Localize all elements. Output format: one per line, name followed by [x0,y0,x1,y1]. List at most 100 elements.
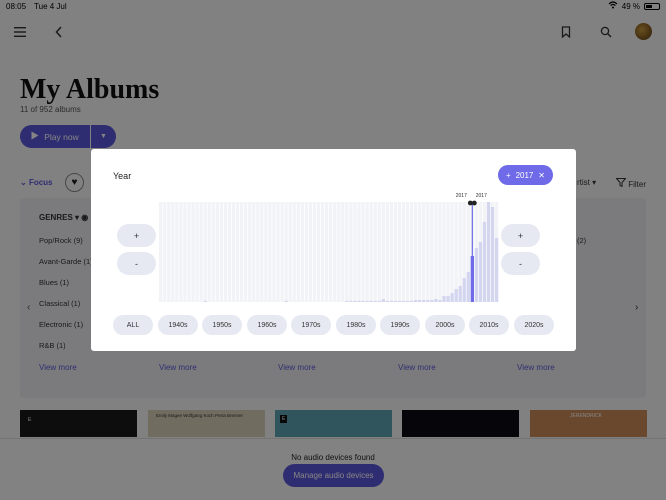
histogram-column-bg [215,202,219,302]
histogram-column-bg [316,202,321,302]
range-end-increment-button[interactable]: + [501,224,540,247]
histogram-bar-2005[interactable] [422,300,426,302]
range-start-increment-button[interactable]: + [117,224,156,247]
histogram-bar-2020[interactable] [482,222,487,302]
histogram-column-bg [260,202,264,302]
histogram-column-bg [203,202,207,302]
histogram-bar-2013[interactable] [454,289,458,302]
histogram-bar-2003[interactable] [414,300,418,302]
histogram-column-bg [187,202,191,302]
histogram-bar-2012[interactable] [450,293,454,302]
decade-button-2010s[interactable]: 2010s [469,315,509,335]
histogram-bar-2021[interactable] [486,202,491,302]
histogram-bar-1990[interactable] [361,300,365,302]
histogram-bar-2007[interactable] [430,300,434,302]
histogram-column-bg [183,202,187,302]
histogram-column-bg [324,202,329,302]
year-filter-dialog: Year + 2017 ✕ + - + - 2017 2017 ALL 1940s 1… [91,149,576,351]
range-end-label: 2017 [476,193,487,199]
histogram-bar-1991[interactable] [365,300,369,302]
histogram-bar-1998[interactable] [393,300,398,302]
histogram-column-bg [179,202,183,302]
histogram-bar-1988[interactable] [353,300,357,302]
histogram-bar-2018[interactable] [474,248,479,302]
histogram-column-bg [353,202,357,302]
histogram-bar-2016[interactable] [466,272,470,302]
decade-button-2020s[interactable]: 2020s [514,315,554,335]
histogram-column-bg [219,202,224,302]
histogram-bar-1993[interactable] [373,300,377,302]
decade-button-1980s[interactable]: 1980s [336,315,376,335]
decade-button-2000s[interactable]: 2000s [425,315,465,335]
histogram-bar-1999[interactable] [397,300,402,302]
range-end-decrement-button[interactable]: - [501,252,540,275]
histogram-column-bg [397,202,402,302]
histogram-bar-1994[interactable] [377,300,381,302]
histogram-bar-2008[interactable] [434,299,438,302]
histogram-bar-2014[interactable] [458,286,462,302]
histogram-column-bg [231,202,236,302]
selected-year-chip[interactable]: + 2017 ✕ [498,165,553,185]
selected-year-label: 2017 [515,170,534,180]
histogram-bar-1997[interactable] [389,300,394,302]
histogram-bar-2006[interactable] [426,300,430,302]
histogram-column-bg [454,202,458,302]
histogram-column-bg [308,202,313,302]
histogram-bar-1971[interactable] [284,300,288,302]
decade-button-1990s[interactable]: 1990s [380,315,420,335]
histogram-column-bg [430,202,434,302]
histogram-column-bg [276,202,280,302]
decade-button-1960s[interactable]: 1960s [247,315,287,335]
histogram-bar-2019[interactable] [478,242,483,302]
histogram-bar-2002[interactable] [409,300,414,302]
histogram-column-bg [264,202,268,302]
histogram-column-bg [312,202,317,302]
decade-button-1970s[interactable]: 1970s [291,315,331,335]
histogram-bar-1986[interactable] [345,300,349,302]
histogram-bar-1987[interactable] [349,300,353,302]
histogram-bar-1989[interactable] [357,300,361,302]
histogram-bar-2000[interactable] [401,300,406,302]
histogram-column-bg [357,202,361,302]
close-icon[interactable]: ✕ [538,171,545,180]
histogram-column-bg [438,202,442,302]
histogram-column-bg [292,202,296,302]
range-start-label: 2017 [456,193,467,199]
histogram-column-bg [227,202,232,302]
histogram-bar-1996[interactable] [385,300,389,302]
histogram-bar-2010[interactable] [442,296,446,302]
histogram-column-bg [377,202,381,302]
histogram-column-bg [159,202,163,302]
histogram-column-bg [434,202,438,302]
histogram-column-bg [223,202,228,302]
histogram-column-bg [450,202,454,302]
histogram-column-bg [256,202,260,302]
histogram-column-bg [195,202,199,302]
histogram-column-bg [167,202,171,302]
histogram-column-bg [199,202,203,302]
histogram-column-bg [252,202,256,302]
histogram-bar-2001[interactable] [405,300,410,302]
histogram-bar-1951[interactable] [203,300,207,302]
histogram-column-bg [365,202,369,302]
histogram-column-bg [369,202,373,302]
range-end-handle[interactable] [471,200,477,206]
histogram-bar-1992[interactable] [369,300,373,302]
histogram-column-bg [320,202,325,302]
histogram-bar-2022[interactable] [490,207,495,302]
year-histogram[interactable]: 2017 2017 [159,189,499,307]
histogram-bar-2023[interactable] [494,238,499,302]
histogram-column-bg [333,202,337,302]
histogram-bar-1995[interactable] [381,299,385,302]
histogram-column-bg [211,202,215,302]
histogram-bar-2011[interactable] [446,296,450,302]
histogram-bar-2015[interactable] [462,278,466,302]
histogram-column-bg [381,202,385,302]
decade-button-1940s[interactable]: 1940s [158,315,198,335]
range-start-decrement-button[interactable]: - [117,252,156,275]
decade-button-1950s[interactable]: 1950s [202,315,242,335]
decade-button-all[interactable]: ALL [113,315,153,335]
histogram-bar-2009[interactable] [438,300,442,302]
histogram-bar-2004[interactable] [418,300,422,302]
histogram-column-bg [401,202,406,302]
